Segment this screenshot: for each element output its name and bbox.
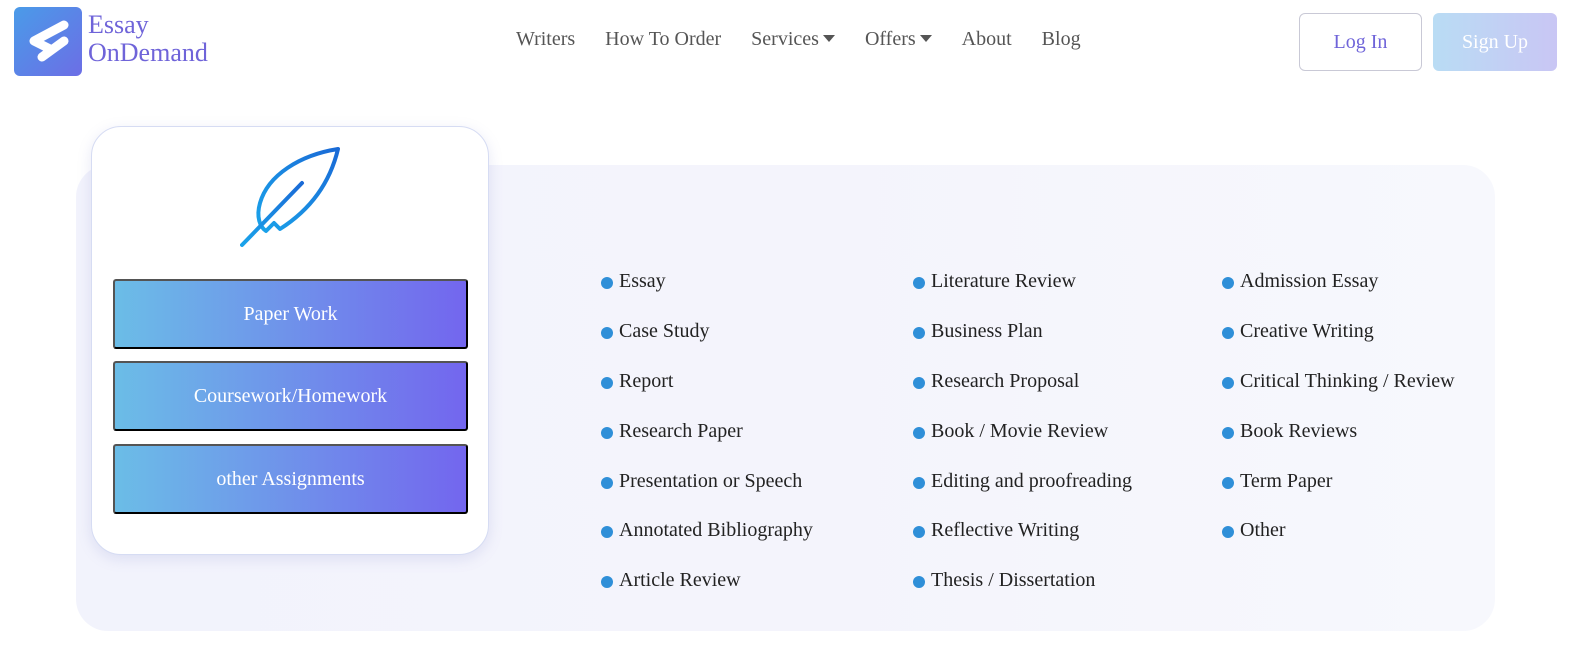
login-button[interactable]: Log In (1299, 13, 1422, 71)
caret-down-icon (822, 34, 835, 42)
service-link[interactable]: Admission Essay (1222, 257, 1455, 307)
service-link[interactable]: Thesis / Dissertation (913, 556, 1132, 606)
bullet-dot-icon (1222, 277, 1234, 290)
bullet-dot-icon (913, 327, 925, 340)
bullet-dot-icon (601, 277, 613, 290)
brand-line2: OnDemand (88, 38, 208, 67)
bullet-dot-icon (601, 526, 613, 539)
service-label: Creative Writing (1240, 320, 1374, 343)
nav-label: Writers (516, 28, 576, 50)
nav-about[interactable]: About (962, 28, 1012, 51)
nav-label: How To Order (605, 28, 722, 50)
service-link[interactable]: Reflective Writing (913, 506, 1132, 556)
services-column-1: Essay Case Study Report Research Paper P… (601, 257, 813, 606)
nav-how-to-order[interactable]: How To Order (605, 28, 721, 51)
service-label: Book / Movie Review (931, 419, 1109, 442)
bullet-dot-icon (601, 327, 613, 340)
brand-line1: Essay (88, 10, 149, 39)
brand-name: Essay OnDemand (88, 11, 208, 67)
bullet-dot-icon (1222, 476, 1234, 489)
service-link[interactable]: Term Paper (1222, 456, 1455, 506)
service-link[interactable]: Essay (601, 257, 813, 307)
bullet-dot-icon (913, 526, 925, 539)
service-label: Case Study (619, 320, 710, 343)
service-label: Research Paper (619, 419, 743, 442)
service-link[interactable]: Literature Review (913, 257, 1132, 307)
service-link[interactable]: Other (1222, 506, 1455, 556)
service-label: Critical Thinking / Review (1240, 369, 1455, 392)
services-column-2: Literature Review Business Plan Research… (913, 257, 1132, 606)
nav-label: Offers (864, 28, 916, 50)
bullet-dot-icon (913, 277, 925, 290)
service-label: Report (619, 369, 674, 392)
category-card: Paper Work Coursework/Homework other Ass… (91, 126, 489, 555)
service-label: Other (1240, 519, 1286, 542)
service-label: Thesis / Dissertation (931, 569, 1096, 592)
bullet-dot-icon (913, 376, 925, 389)
service-link[interactable]: Editing and proofreading (913, 456, 1132, 506)
service-link[interactable]: Research Proposal (913, 357, 1132, 407)
bullet-dot-icon (913, 576, 925, 589)
service-label: Research Proposal (931, 369, 1080, 392)
nav-label: About (961, 28, 1012, 50)
nav-blog[interactable]: Blog (1042, 28, 1081, 51)
nav-services[interactable]: Services (751, 28, 835, 51)
main-nav: Writers How To Order Services Offers Abo… (516, 28, 1111, 51)
bullet-dot-icon (1222, 426, 1234, 439)
service-label: Presentation or Speech (619, 469, 803, 492)
service-label: Book Reviews (1240, 419, 1358, 442)
service-label: Admission Essay (1240, 270, 1379, 293)
service-label: Literature Review (931, 270, 1076, 293)
service-link[interactable]: Report (601, 357, 813, 407)
service-link[interactable]: Book / Movie Review (913, 406, 1132, 456)
bullet-dot-icon (601, 426, 613, 439)
brand-logo[interactable]: Essay OnDemand (14, 7, 208, 76)
service-link[interactable]: Book Reviews (1222, 406, 1455, 456)
service-label: Term Paper (1240, 469, 1333, 492)
other-assignments-button[interactable]: other Assignments (113, 444, 468, 514)
service-label: Business Plan (931, 320, 1043, 343)
caret-down-icon (919, 34, 932, 42)
nav-label: Services (751, 28, 819, 50)
service-label: Essay (619, 270, 666, 293)
service-link[interactable]: Presentation or Speech (601, 456, 813, 506)
bullet-dot-icon (601, 376, 613, 389)
service-link[interactable]: Creative Writing (1222, 307, 1455, 357)
nav-offers[interactable]: Offers (865, 28, 932, 51)
service-label: Reflective Writing (931, 519, 1080, 542)
bullet-dot-icon (1222, 526, 1234, 539)
bullet-dot-icon (601, 476, 613, 489)
service-link[interactable]: Business Plan (913, 307, 1132, 357)
feather-quill-icon (240, 147, 340, 247)
bullet-dot-icon (1222, 376, 1234, 389)
bullet-dot-icon (1222, 327, 1234, 340)
service-link[interactable]: Article Review (601, 556, 813, 606)
service-link[interactable]: Case Study (601, 307, 813, 357)
service-label: Editing and proofreading (931, 469, 1133, 492)
signup-button[interactable]: Sign Up (1433, 13, 1557, 71)
paper-work-button[interactable]: Paper Work (113, 279, 468, 349)
nav-writers[interactable]: Writers (516, 28, 575, 51)
service-label: Article Review (619, 569, 741, 592)
nav-label: Blog (1041, 28, 1081, 50)
service-link[interactable]: Research Paper (601, 406, 813, 456)
coursework-homework-button[interactable]: Coursework/Homework (113, 361, 468, 431)
service-link[interactable]: Annotated Bibliography (601, 506, 813, 556)
bullet-dot-icon (913, 426, 925, 439)
service-link[interactable]: Critical Thinking / Review (1222, 357, 1455, 407)
services-column-3: Admission Essay Creative Writing Critica… (1222, 257, 1455, 556)
bullet-dot-icon (913, 476, 925, 489)
logo-chevron-icon (14, 7, 82, 76)
site-header: Essay OnDemand Writers How To Order Serv… (0, 0, 1574, 84)
service-label: Annotated Bibliography (619, 519, 813, 542)
bullet-dot-icon (601, 576, 613, 589)
